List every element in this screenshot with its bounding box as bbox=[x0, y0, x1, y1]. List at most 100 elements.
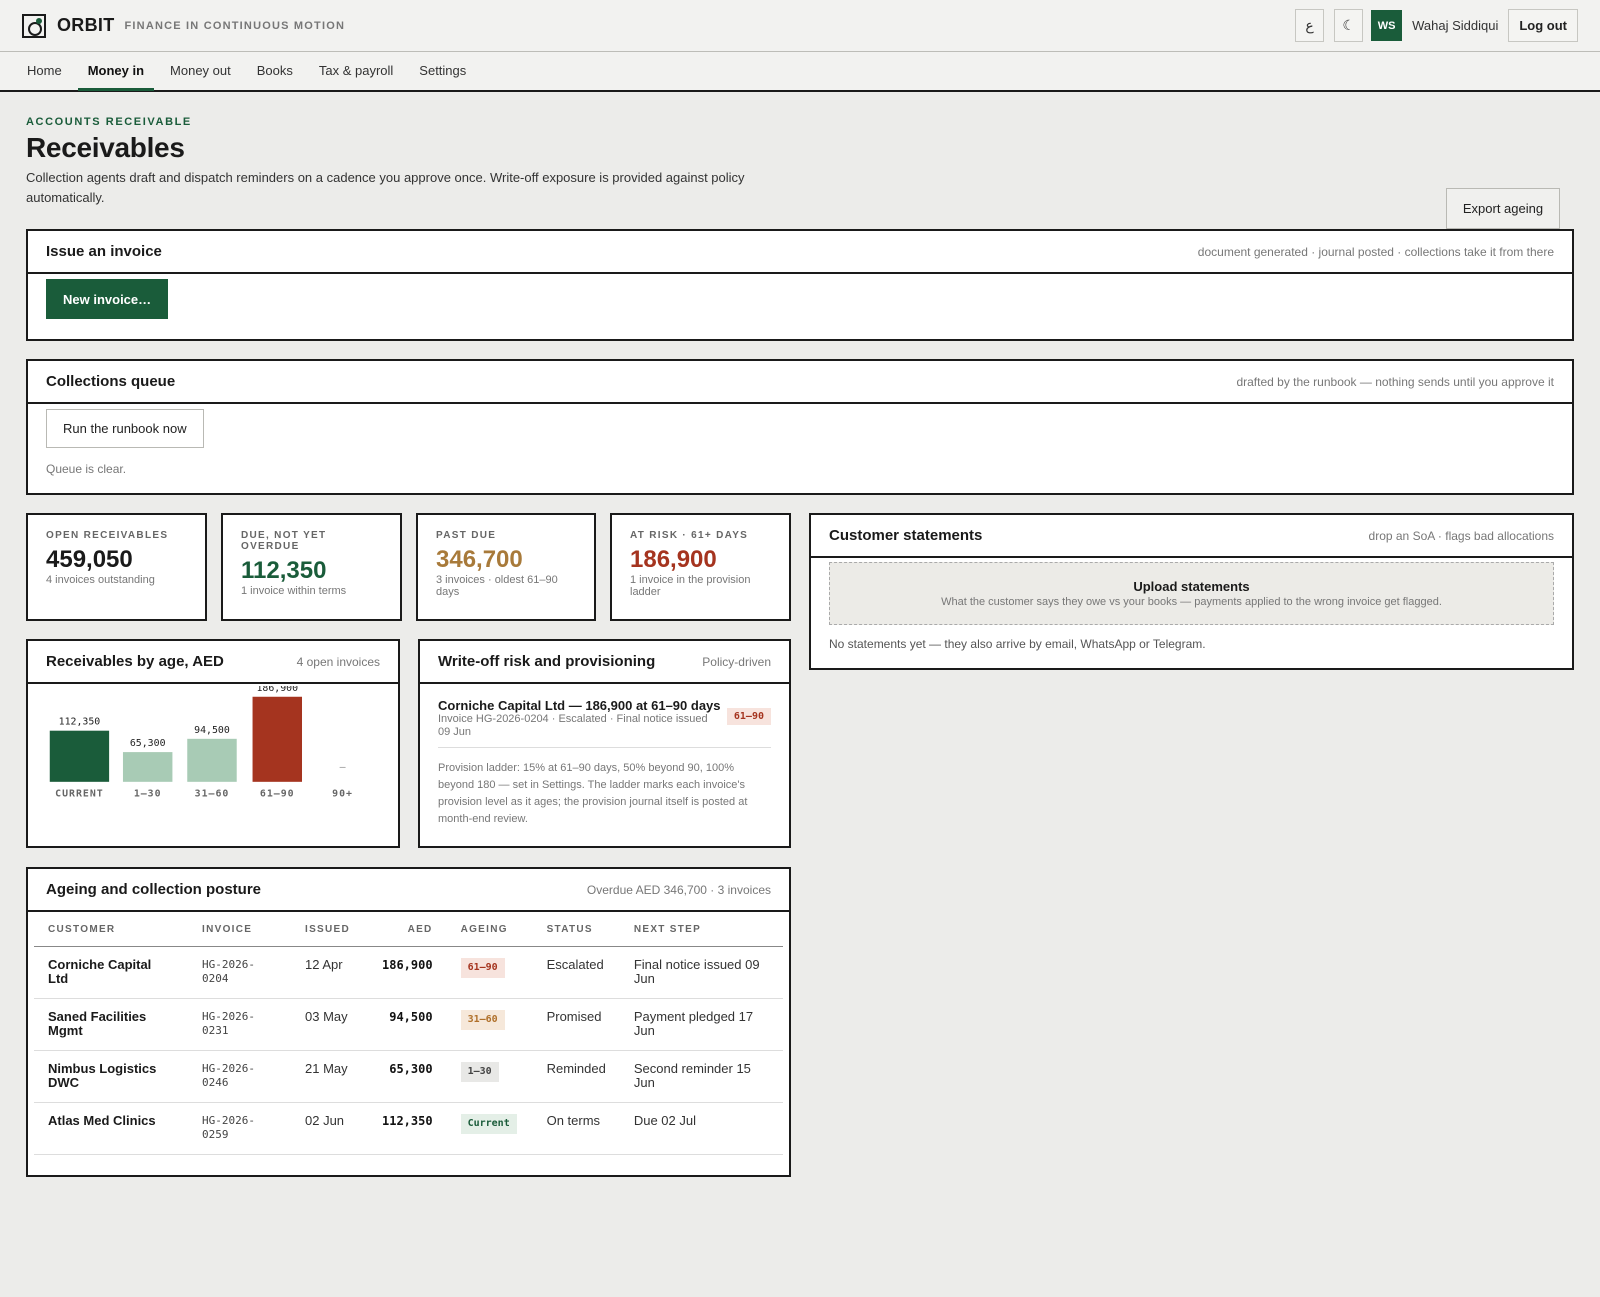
ageing-badge: 1–30 bbox=[460, 1062, 499, 1082]
cell-ageing: 31–60 bbox=[446, 998, 533, 1051]
cell-customer: Nimbus Logistics DWC bbox=[34, 1050, 188, 1103]
customer-statements-panel: Customer statements drop an SoA · flags … bbox=[809, 513, 1574, 670]
table-row[interactable]: Corniche Capital Ltd HG-2026-0204 12 Apr… bbox=[34, 946, 783, 999]
brand-tagline: FINANCE IN CONTINUOUS MOTION bbox=[124, 19, 346, 32]
queue-empty-text: Queue is clear. bbox=[46, 462, 127, 476]
panel-note: 4 open invoices bbox=[296, 654, 380, 669]
tab-settings[interactable]: Settings bbox=[409, 53, 476, 91]
cell-customer: Corniche Capital Ltd bbox=[34, 946, 188, 999]
col-invoice: INVOICE bbox=[188, 912, 291, 947]
tab-home[interactable]: Home bbox=[17, 53, 72, 91]
statements-empty-text: No statements yet — they also arrive by … bbox=[829, 637, 1206, 651]
tab-money-out[interactable]: Money out bbox=[160, 53, 241, 91]
cell-next-step: Second reminder 15 Jun bbox=[619, 1050, 783, 1103]
cell-status: Reminded bbox=[532, 1050, 620, 1103]
cell-invoice[interactable]: HG-2026-0231 bbox=[188, 998, 291, 1051]
bar-1–30[interactable] bbox=[122, 752, 173, 782]
bar-value-label: 94,500 bbox=[194, 725, 230, 736]
panel-note: document generated · journal posted · co… bbox=[1197, 244, 1554, 259]
stat-value: 346,700 bbox=[436, 546, 523, 573]
stat-foot: 3 invoices · oldest 61–90 days bbox=[436, 574, 558, 598]
table-header-row: CUSTOMER INVOICE ISSUED AED AGEING STATU… bbox=[34, 912, 783, 947]
tab-books[interactable]: Books bbox=[247, 53, 303, 91]
table-row[interactable]: Saned Facilities Mgmt HG-2026-0231 03 Ma… bbox=[34, 998, 783, 1051]
col-status: STATUS bbox=[532, 912, 620, 947]
cell-aed: 186,900 bbox=[368, 946, 447, 999]
x-tick-label: 1–30 bbox=[134, 789, 162, 800]
cell-invoice[interactable]: HG-2026-0204 bbox=[188, 946, 291, 999]
x-tick-label: 31–60 bbox=[195, 789, 230, 800]
stat-at-risk: AT RISK · 61+ DAYS 186,900 1 invoice in … bbox=[610, 513, 791, 621]
cell-ageing: Current bbox=[446, 1102, 533, 1155]
panel-note: drop an SoA · flags bad allocations bbox=[1368, 528, 1554, 543]
x-tick-label: CURRENT bbox=[55, 789, 104, 800]
panel-title: Issue an invoice bbox=[46, 243, 162, 260]
cell-ageing: 61–90 bbox=[446, 946, 533, 999]
stat-open-receivables: OPEN RECEIVABLES 459,050 4 invoices outs… bbox=[26, 513, 207, 621]
risk-item[interactable]: Corniche Capital Ltd — 186,900 at 61–90 … bbox=[438, 698, 771, 748]
logout-button[interactable]: Log out bbox=[1508, 9, 1578, 42]
table-row[interactable]: Atlas Med Clinics HG-2026-0259 02 Jun 11… bbox=[34, 1102, 783, 1155]
collections-queue-panel: Collections queue drafted by the runbook… bbox=[26, 359, 1574, 495]
bar-value-label: – bbox=[340, 762, 346, 773]
stat-foot: 1 invoice within terms bbox=[241, 585, 347, 597]
tab-money-in[interactable]: Money in bbox=[77, 53, 155, 91]
page-eyebrow: ACCOUNTS RECEIVABLE bbox=[26, 116, 192, 128]
export-ageing-button[interactable]: Export ageing bbox=[1446, 188, 1560, 229]
stat-label: PAST DUE bbox=[436, 530, 497, 541]
stat-due-not-overdue: DUE, NOT YET OVERDUE 112,350 1 invoice w… bbox=[221, 513, 402, 621]
stat-past-due: PAST DUE 346,700 3 invoices · oldest 61–… bbox=[416, 513, 596, 621]
cell-status: On terms bbox=[532, 1102, 620, 1155]
cell-invoice[interactable]: HG-2026-0259 bbox=[188, 1102, 291, 1155]
language-toggle-button[interactable]: ع bbox=[1295, 9, 1325, 42]
cell-invoice[interactable]: HG-2026-0246 bbox=[188, 1050, 291, 1103]
bar-value-label: 65,300 bbox=[130, 738, 166, 749]
table-row[interactable]: Nimbus Logistics DWC HG-2026-0246 21 May… bbox=[34, 1050, 783, 1103]
stat-label: AT RISK · 61+ DAYS bbox=[630, 530, 749, 541]
cell-issued: 03 May bbox=[291, 998, 368, 1051]
upload-statements-dropzone[interactable]: Upload statements What the customer says… bbox=[829, 562, 1554, 625]
bar-value-label: 112,350 bbox=[59, 717, 101, 728]
ageing-badge: 31–60 bbox=[460, 1010, 505, 1030]
brand-name: ORBIT bbox=[57, 15, 115, 35]
provision-policy-text: Provision ladder: 15% at 61–90 days, 50%… bbox=[438, 762, 748, 825]
main-nav: Home Money in Money out Books Tax & payr… bbox=[0, 52, 1600, 92]
top-bar: ORBIT FINANCE IN CONTINUOUS MOTION ع ☾ W… bbox=[0, 0, 1600, 52]
panel-title: Receivables by age, AED bbox=[46, 653, 224, 670]
x-tick-label: 90+ bbox=[332, 789, 353, 800]
cell-issued: 21 May bbox=[291, 1050, 368, 1103]
cell-next-step: Payment pledged 17 Jun bbox=[619, 998, 783, 1051]
bar-value-label: 186,900 bbox=[256, 686, 298, 694]
bar-31–60[interactable] bbox=[187, 738, 237, 782]
cell-ageing: 1–30 bbox=[446, 1050, 533, 1103]
upload-subtitle: What the customer says they owe vs your … bbox=[941, 596, 1442, 608]
page-title: Receivables bbox=[26, 132, 185, 163]
col-ageing: AGEING bbox=[446, 912, 533, 947]
stat-foot: 4 invoices outstanding bbox=[46, 574, 155, 586]
theme-toggle-moon-icon[interactable]: ☾ bbox=[1334, 9, 1364, 42]
page-header: ACCOUNTS RECEIVABLE Receivables Collecti… bbox=[0, 116, 1600, 229]
stat-value: 459,050 bbox=[46, 546, 133, 573]
bar-current[interactable] bbox=[49, 730, 110, 782]
bar-61–90[interactable] bbox=[252, 696, 303, 782]
cell-customer: Atlas Med Clinics bbox=[34, 1102, 188, 1155]
panel-title: Ageing and collection posture bbox=[46, 881, 262, 898]
col-customer: CUSTOMER bbox=[34, 912, 188, 947]
col-next-step: NEXT STEP bbox=[619, 912, 783, 947]
stat-value: 186,900 bbox=[630, 546, 717, 573]
panel-title: Collections queue bbox=[46, 373, 176, 390]
run-runbook-button[interactable]: Run the runbook now bbox=[46, 409, 204, 448]
risk-item-subtitle: Invoice HG-2026-0204 · Escalated · Final… bbox=[438, 713, 708, 738]
cell-next-step: Due 02 Jul bbox=[619, 1102, 783, 1155]
risk-item-title: Corniche Capital Ltd — 186,900 at 61–90 … bbox=[438, 698, 721, 713]
stat-value: 112,350 bbox=[241, 557, 327, 584]
writeoff-risk-panel: Write-off risk and provisioning Policy-d… bbox=[418, 639, 791, 848]
avatar[interactable]: WS bbox=[1371, 10, 1403, 41]
ageing-table-panel: Ageing and collection posture Overdue AE… bbox=[26, 867, 791, 1177]
receivables-by-age-panel: Receivables by age, AED 4 open invoices … bbox=[26, 639, 400, 848]
tab-tax-payroll[interactable]: Tax & payroll bbox=[309, 53, 403, 91]
ageing-bar-chart: 112,350 CURRENT 65,300 1–30 94,500 31–60 186,9… bbox=[49, 686, 353, 800]
new-invoice-button[interactable]: New invoice… bbox=[46, 279, 169, 319]
panel-note: Policy-driven bbox=[702, 654, 771, 669]
user-name: Wahaj Siddiqui bbox=[1412, 18, 1499, 33]
